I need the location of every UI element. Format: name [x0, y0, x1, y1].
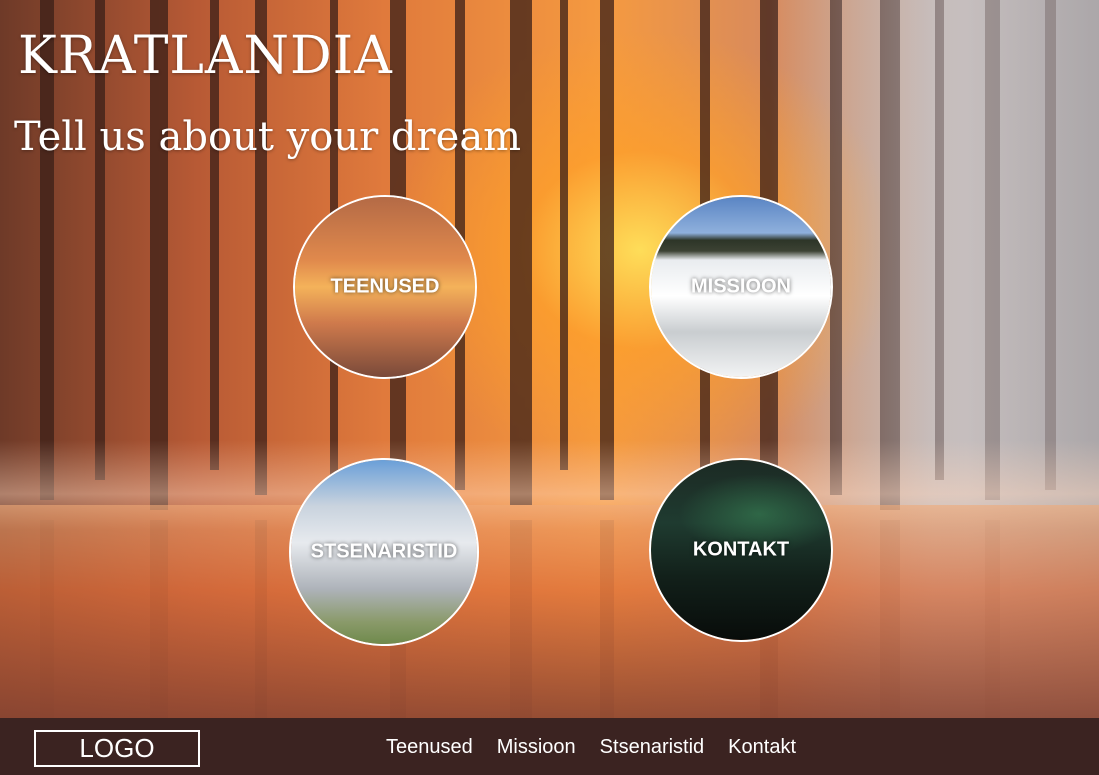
tile-kontakt[interactable]: KONTAKT [649, 458, 833, 642]
nav-link-missioon[interactable]: Missioon [497, 736, 576, 759]
tile-label: TEENUSED [330, 275, 440, 298]
water-reflection [0, 505, 1099, 718]
nav-link-stsenaristid[interactable]: Stsenaristid [600, 736, 705, 759]
background-forest-image [0, 0, 1099, 718]
footer-bar: LOGO Teenused Missioon Stsenaristid Kont… [0, 718, 1099, 775]
footer-nav: Teenused Missioon Stsenaristid Kontakt [386, 736, 820, 759]
tile-stsenaristid[interactable]: STSENARISTID [289, 458, 479, 646]
page-tagline: Tell us about your dream [14, 114, 522, 160]
nav-link-kontakt[interactable]: Kontakt [728, 736, 796, 759]
tile-label: STSENARISTID [310, 540, 458, 563]
site-title: KRATLANDIA [18, 26, 393, 86]
logo[interactable]: LOGO [34, 730, 200, 767]
tile-teenused[interactable]: TEENUSED [293, 195, 477, 379]
tile-missioon[interactable]: MISSIOON [649, 195, 833, 379]
tile-label: KONTAKT [692, 538, 790, 561]
tile-label: MISSIOON [690, 275, 791, 298]
nav-link-teenused[interactable]: Teenused [386, 736, 473, 759]
